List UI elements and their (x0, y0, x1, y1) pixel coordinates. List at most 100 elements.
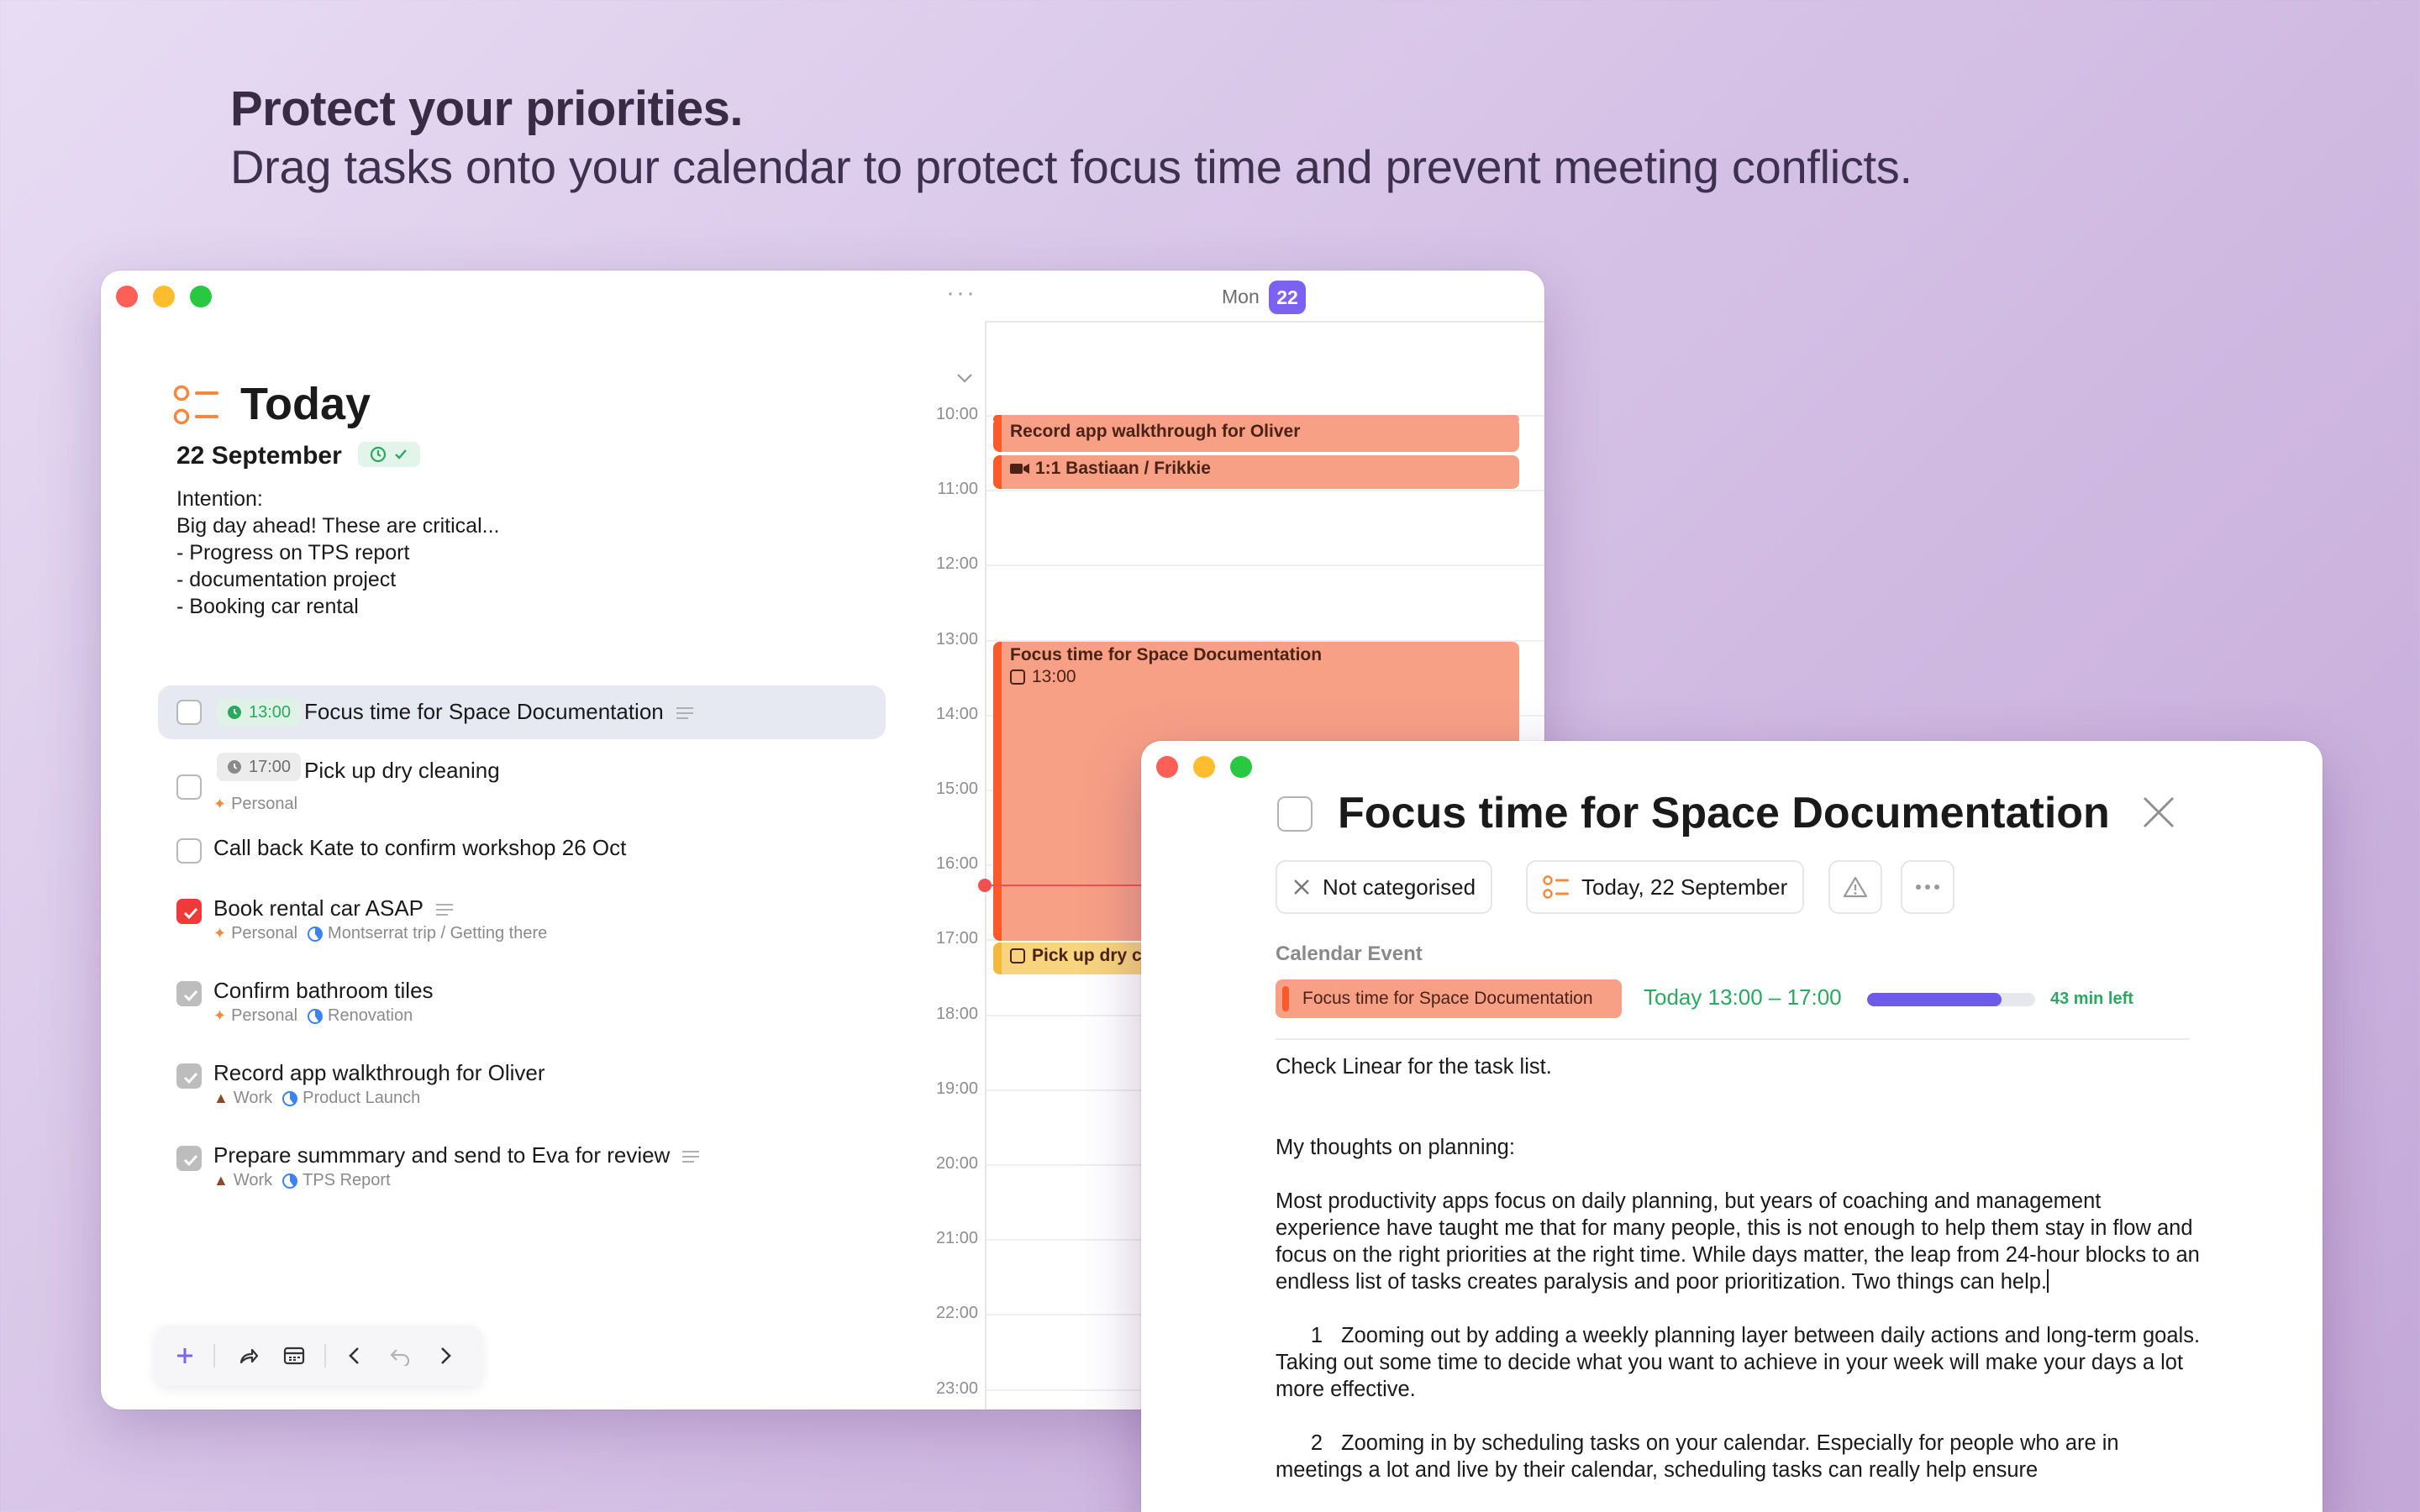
task-row[interactable]: 17:00 Pick up dry cleaning ✦ Personal (158, 751, 886, 818)
event-task-checkbox[interactable] (1010, 669, 1025, 685)
hour-label: 16:00 (935, 854, 978, 874)
plus-icon (177, 1348, 192, 1363)
task-row[interactable]: Call back Kate to confirm workshop 26 Oc… (158, 833, 886, 879)
window-controls (1156, 756, 1252, 778)
task-meta: ✦ Personal Montserrat trip / Getting the… (213, 924, 547, 943)
task-checkbox[interactable] (176, 1146, 202, 1171)
task-checkbox[interactable] (176, 899, 202, 924)
task-project: Renovation (328, 1006, 413, 1025)
hour-label: 12:00 (935, 554, 978, 574)
hour-label: 13:00 (935, 629, 978, 648)
area-icon: ✦ (213, 795, 227, 812)
task-row[interactable]: 13:00 Focus time for Space Documentation (158, 685, 886, 739)
share-button[interactable] (235, 1342, 262, 1369)
task-checkbox[interactable] (176, 700, 202, 725)
date-label: Today, 22 September (1581, 874, 1788, 900)
previous-day-button[interactable] (341, 1342, 368, 1369)
task-row[interactable]: Record app walkthrough for Oliver ▲ Work … (158, 1058, 886, 1119)
more-options-button[interactable]: ··· (946, 279, 976, 307)
notes-list-item: 1 Zooming out by adding a weekly planning… (1276, 1324, 2201, 1401)
next-day-button[interactable] (432, 1342, 459, 1369)
hour-label: 22:00 (935, 1304, 978, 1323)
undo-button[interactable] (387, 1342, 413, 1369)
close-window-button[interactable] (116, 286, 138, 307)
clock-icon (370, 446, 387, 463)
calendar-event[interactable]: 1:1 Bastiaan / Frikkie (993, 455, 1519, 489)
minimize-window-button[interactable] (153, 286, 175, 307)
page-title: Today (240, 379, 371, 429)
clock-icon (228, 760, 241, 774)
task-checkbox[interactable] (176, 981, 202, 1006)
calendar-day-label: Mon (1222, 286, 1260, 307)
task-area: Personal (231, 1006, 298, 1025)
notes-indicator-icon (676, 707, 693, 720)
task-checkbox[interactable] (176, 1063, 202, 1089)
category-chip[interactable]: Not categorised (1276, 860, 1493, 914)
task-title[interactable]: Focus time for Space Documentation (1338, 788, 2110, 838)
task-row[interactable]: Prepare summmary and send to Eva for rev… (158, 1141, 886, 1201)
share-arrow-icon (239, 1348, 259, 1364)
calendar-event-title: Focus time for Space Documentation (1010, 645, 1323, 664)
task-complete-checkbox[interactable] (1277, 796, 1313, 832)
task-time-badge[interactable]: 13:00 (217, 698, 302, 727)
event-task-checkbox[interactable] (1010, 948, 1025, 963)
date-chip[interactable]: Today, 22 September (1526, 860, 1805, 914)
notes-line: Check Linear for the task list. (1276, 1055, 1552, 1079)
task-project: Montserrat trip / Getting there (328, 924, 548, 942)
day-status-badge[interactable] (358, 442, 420, 467)
task-title: Record app walkthrough for Oliver (213, 1060, 545, 1085)
task-row[interactable]: Book rental car ASAP ✦ Personal Montserra… (158, 894, 886, 954)
calendar-day-number[interactable]: 22 (1269, 281, 1306, 314)
calendar-icon (283, 1347, 305, 1365)
task-title: Confirm bathroom tiles (213, 978, 434, 1003)
undo-icon (390, 1349, 410, 1366)
marketing-subline: Drag tasks onto your calendar to protect… (230, 140, 1912, 193)
project-progress-icon (282, 1173, 298, 1189)
calendar-event[interactable]: Record app walkthrough for Oliver (993, 418, 1519, 452)
task-area: Personal (231, 795, 298, 813)
task-area: Personal (231, 924, 298, 942)
daily-intention[interactable]: Intention: Big day ahead! These are criti… (176, 486, 499, 620)
chevron-down-icon[interactable] (955, 371, 975, 385)
task-checkbox[interactable] (176, 838, 202, 864)
task-project: Product Launch (302, 1089, 421, 1107)
notes-indicator-icon (436, 904, 454, 916)
intention-line: - Booking car rental (176, 595, 359, 618)
linked-calendar-event[interactable]: Focus time for Space Documentation (1276, 979, 1622, 1018)
calendar-event-time: 13:00 (1032, 667, 1076, 686)
ellipsis-icon (1916, 885, 1939, 890)
task-notes[interactable]: Check Linear for the task list. My thoug… (1276, 1053, 2208, 1510)
hour-label: 15:00 (935, 780, 978, 798)
notes-indicator-icon (682, 1151, 700, 1163)
section-label: Calendar Event (1276, 942, 1423, 965)
x-icon (1294, 879, 1309, 895)
zoom-window-button[interactable] (190, 286, 212, 307)
area-icon: ▲ (213, 1172, 229, 1189)
hour-label: 11:00 (937, 480, 978, 499)
zoom-window-button[interactable] (1230, 756, 1252, 778)
chevron-left-icon (349, 1347, 359, 1364)
priority-button[interactable] (1828, 860, 1882, 914)
hour-label: 19:00 (935, 1079, 978, 1098)
today-date: 22 September (176, 442, 342, 470)
bottom-toolbar (155, 1326, 482, 1386)
task-title: Call back Kate to confirm workshop 26 Oc… (213, 835, 627, 860)
today-list-icon (173, 385, 218, 425)
minimize-window-button[interactable] (1193, 756, 1215, 778)
close-window-button[interactable] (1156, 756, 1178, 778)
task-row[interactable]: Confirm bathroom tiles ✦ Personal Renovat… (158, 976, 886, 1037)
task-checkbox[interactable] (176, 774, 202, 800)
hour-label: 14:00 (935, 704, 978, 723)
close-icon[interactable] (2139, 793, 2178, 832)
calendar-event-title: 1:1 Bastiaan / Frikkie (1035, 459, 1211, 478)
task-meta: ▲ Work TPS Report (213, 1171, 391, 1190)
task-detail-window: Focus time for Space Documentation Not c… (1141, 741, 2323, 1512)
task-title: Book rental car ASAP (213, 895, 454, 921)
warning-icon (1843, 876, 1868, 898)
more-options-button[interactable] (1901, 860, 1954, 914)
task-meta: ✦ Personal Renovation (213, 1006, 413, 1026)
add-task-button[interactable] (171, 1342, 198, 1369)
task-time-badge[interactable]: 17:00 (217, 753, 302, 781)
calendar-toggle-button[interactable] (281, 1342, 308, 1369)
task-time: 13:00 (249, 702, 292, 722)
